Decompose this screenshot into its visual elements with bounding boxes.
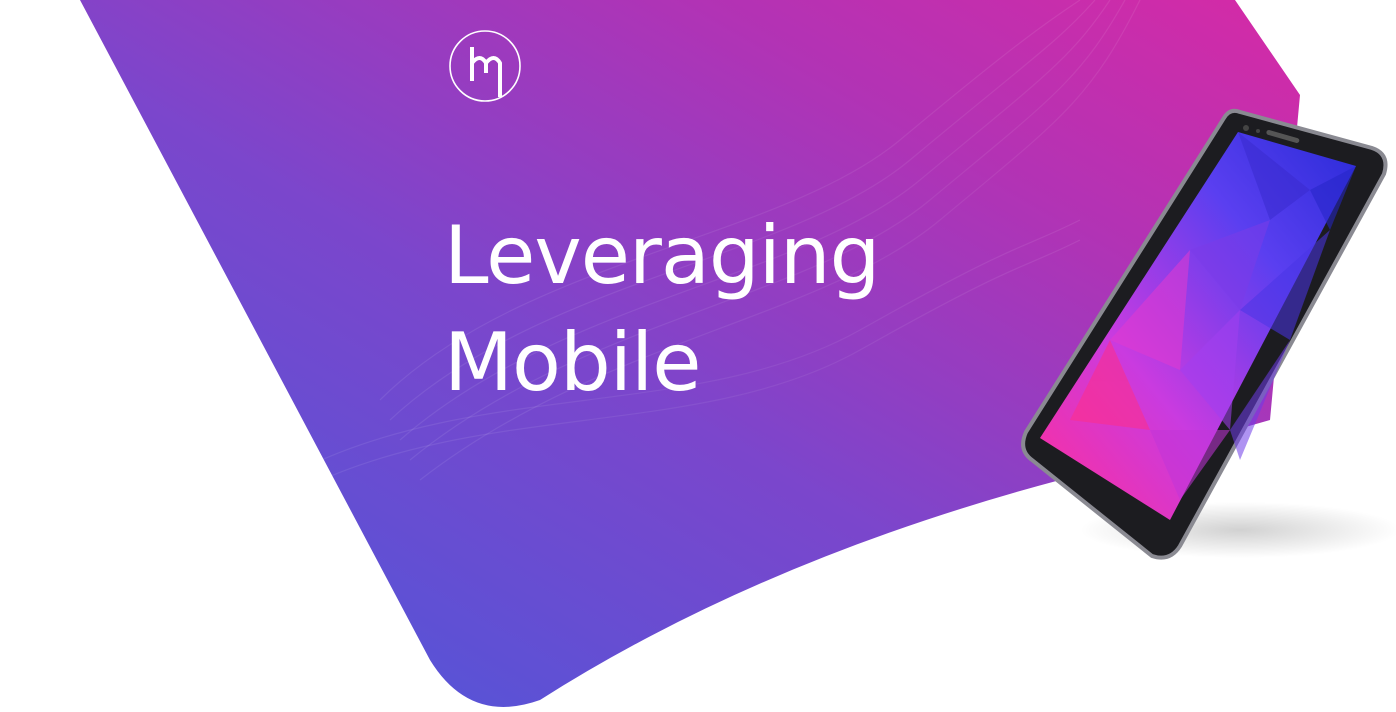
hero-title-line-1: Leveraging: [444, 209, 880, 302]
hero-banner: Leveraging Mobile: [0, 0, 1396, 712]
smartphone-illustration: [1021, 108, 1396, 560]
hm-monogram-icon: [449, 30, 521, 102]
hero-title: Leveraging Mobile: [444, 202, 880, 416]
hero-title-line-2: Mobile: [444, 316, 701, 409]
